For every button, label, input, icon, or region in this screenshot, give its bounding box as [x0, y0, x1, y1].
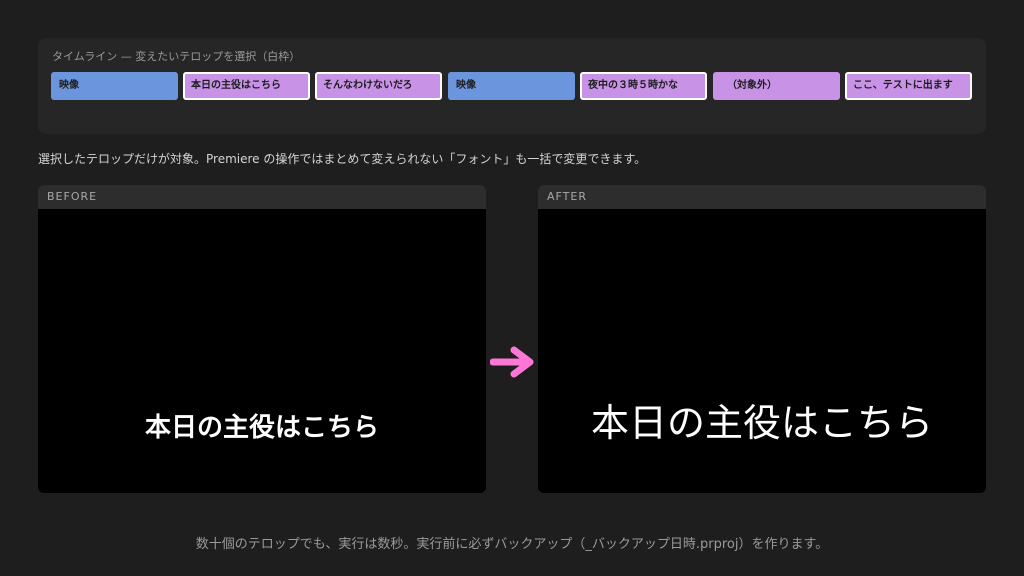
clip-telop-3[interactable]: 夜中の３時５時かな	[580, 72, 707, 100]
before-preview: BEFORE 本日の主役はこちら	[38, 185, 486, 493]
description-caption: 選択したテロップだけが対象。Premiere の操作ではまとめて変えられない「フ…	[38, 152, 647, 166]
timeline-panel: タイムライン — 変えたいテロップを選択（白枠） 映像 本日の主役はこちら そん…	[38, 38, 986, 134]
clip-video-1[interactable]: 映像	[51, 72, 178, 100]
before-telop-text: 本日の主役はこちら	[144, 413, 379, 443]
after-header: AFTER	[538, 185, 986, 209]
before-header: BEFORE	[38, 185, 486, 209]
clip-telop-1[interactable]: 本日の主役はこちら	[183, 72, 310, 100]
arrow-right-icon	[490, 346, 534, 378]
timeline-track: 映像 本日の主役はこちら そんなわけないだろ 映像 夜中の３時５時かな （対象外…	[51, 72, 973, 100]
clip-telop-2[interactable]: そんなわけないだろ	[315, 72, 442, 100]
clip-telop-excluded[interactable]: （対象外）	[713, 72, 840, 100]
clip-video-2[interactable]: 映像	[448, 72, 575, 100]
after-preview: AFTER 本日の主役はこちら	[538, 185, 986, 493]
clip-telop-4[interactable]: ここ、テストに出ます	[845, 72, 972, 100]
after-telop-text: 本日の主役はこちら	[590, 401, 933, 445]
footer-note: 数十個のテロップでも、実行は数秒。実行前に必ずバックアップ（_バックアップ日時.…	[195, 537, 829, 552]
timeline-label: タイムライン — 変えたいテロップを選択（白枠）	[52, 50, 301, 63]
